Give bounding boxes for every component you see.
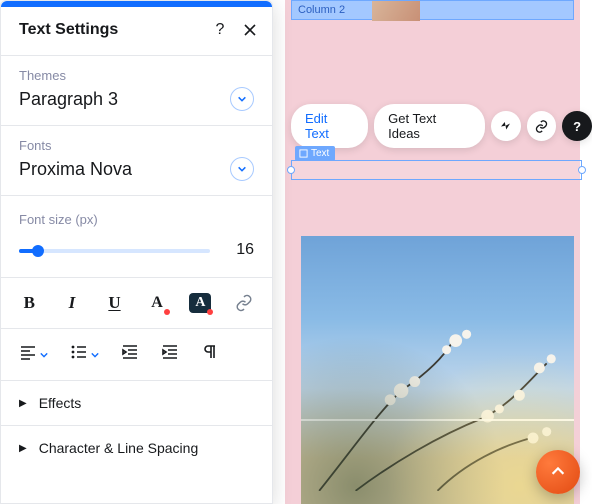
effects-label: Effects <box>39 395 82 411</box>
text-element-icon <box>299 149 308 158</box>
bold-button[interactable]: B <box>19 292 40 314</box>
chevron-down-icon <box>91 346 99 364</box>
italic-button[interactable]: I <box>62 292 83 314</box>
panel-header: Text Settings ? <box>1 7 272 56</box>
font-size-value: 16 <box>228 241 254 259</box>
text-settings-panel: Text Settings ? Themes Paragraph 3 <box>0 0 273 504</box>
panel-title: Text Settings <box>19 21 118 39</box>
themes-section: Themes Paragraph 3 <box>1 56 272 126</box>
edit-text-button[interactable]: Edit Text <box>291 104 368 148</box>
image-element[interactable] <box>301 236 574 504</box>
column-thumbnail <box>372 1 420 21</box>
element-type-badge: Text <box>295 146 335 161</box>
selected-text-element[interactable] <box>291 160 582 180</box>
chevron-down-icon <box>40 346 48 364</box>
themes-label: Themes <box>19 68 254 83</box>
element-toolbar: Edit Text Get Text Ideas ? <box>291 104 592 148</box>
image-divider <box>301 419 574 421</box>
link-button[interactable] <box>233 292 254 314</box>
bullet-list-icon <box>70 343 88 366</box>
editor-canvas[interactable]: Column 2 Edit Text Get Text Ideas ? Text <box>273 0 592 504</box>
effects-accordion[interactable]: ▶ Effects <box>1 381 272 426</box>
fonts-dropdown[interactable] <box>230 157 254 181</box>
resize-handle-left[interactable] <box>287 166 295 174</box>
spacing-accordion[interactable]: ▶ Character & Line Spacing <box>1 426 272 470</box>
list-style-dropdown[interactable] <box>70 343 99 366</box>
themes-dropdown[interactable] <box>230 87 254 111</box>
font-size-slider[interactable] <box>19 241 210 259</box>
photo-content <box>301 236 574 491</box>
text-direction-button[interactable] <box>201 343 219 366</box>
text-color-button[interactable]: A <box>147 292 168 314</box>
font-size-section: Font size (px) 16 <box>1 196 272 278</box>
resize-handle-right[interactable] <box>578 166 586 174</box>
column-header[interactable]: Column 2 <box>291 0 574 20</box>
element-help-button[interactable]: ? <box>562 111 592 141</box>
themes-value: Paragraph 3 <box>19 89 118 110</box>
caret-right-icon: ▶ <box>19 443 27 454</box>
format-toolbar: B I U A A <box>1 278 272 329</box>
alignment-toolbar <box>1 329 272 381</box>
indent-decrease-button[interactable] <box>121 343 139 366</box>
close-icon[interactable] <box>242 22 258 38</box>
help-icon[interactable]: ? <box>212 22 228 38</box>
fonts-section: Fonts Proxima Nova <box>1 126 272 196</box>
get-text-ideas-button[interactable]: Get Text Ideas <box>374 104 485 148</box>
caret-right-icon: ▶ <box>19 398 27 409</box>
font-size-label: Font size (px) <box>19 212 254 227</box>
underline-button[interactable]: U <box>104 292 125 314</box>
scroll-to-top-button[interactable] <box>536 450 580 494</box>
highlight-color-button[interactable]: A <box>189 292 211 314</box>
text-align-dropdown[interactable] <box>19 343 48 366</box>
fonts-label: Fonts <box>19 138 254 153</box>
element-link-button[interactable] <box>527 111 557 141</box>
spacing-label: Character & Line Spacing <box>39 440 199 456</box>
column-label: Column 2 <box>292 4 345 16</box>
animation-button[interactable] <box>491 111 521 141</box>
indent-increase-button[interactable] <box>161 343 179 366</box>
align-left-icon <box>19 343 37 366</box>
fonts-value: Proxima Nova <box>19 159 132 180</box>
